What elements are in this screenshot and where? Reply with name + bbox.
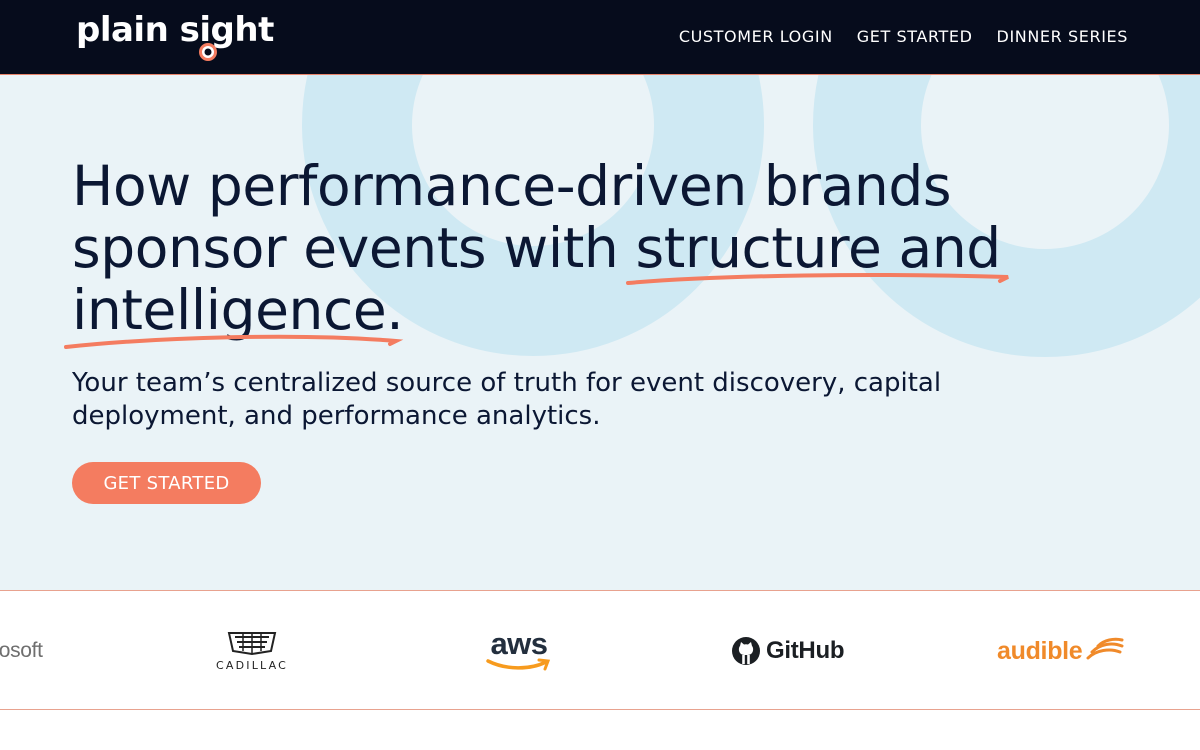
audible-signal-icon — [1086, 637, 1124, 660]
brand-audible-text: audible — [997, 636, 1083, 665]
brand-logo-strip: rosoft CADILLAC aws GitHub audible — [0, 590, 1200, 710]
brand-github: GitHub — [731, 591, 845, 709]
aws-smile-icon — [486, 658, 551, 671]
brand-microsoft: rosoft — [0, 591, 43, 709]
nav-links: CUSTOMER LOGIN GET STARTED DINNER SERIES — [679, 26, 1128, 48]
hero-headline: How performance-driven brands sponsor ev… — [72, 155, 1072, 341]
hero-subhead: Your team’s centralized source of truth … — [72, 368, 942, 431]
nav-dinner-series[interactable]: DINNER SERIES — [997, 26, 1128, 48]
headline-period: . — [386, 278, 404, 342]
brand-cadillac-text: CADILLAC — [216, 658, 289, 672]
github-octocat-icon — [732, 637, 760, 665]
top-nav: plain sight CUSTOMER LOGIN GET STARTED D… — [0, 0, 1200, 75]
headline-highlight-intelligence: intelligence — [72, 278, 387, 342]
logo-text: plain sight — [76, 10, 274, 50]
nav-customer-login[interactable]: CUSTOMER LOGIN — [679, 26, 833, 48]
brand-cadillac: CADILLAC — [216, 591, 289, 709]
headline-highlight-structure: structure and — [635, 216, 1001, 280]
cadillac-crest-icon — [227, 631, 277, 655]
brand-microsoft-text: rosoft — [0, 639, 43, 662]
nav-get-started[interactable]: GET STARTED — [857, 26, 973, 48]
brand-github-text: GitHub — [766, 637, 845, 664]
logo-ring-icon — [199, 43, 217, 61]
brand-audible: audible — [997, 591, 1124, 709]
get-started-button[interactable]: GET STARTED — [72, 462, 261, 504]
brand-aws: aws — [486, 591, 552, 709]
hero-section: How performance-driven brands sponsor ev… — [0, 75, 1200, 590]
plain-sight-logo[interactable]: plain sight — [76, 8, 274, 66]
brand-aws-text: aws — [490, 626, 548, 661]
